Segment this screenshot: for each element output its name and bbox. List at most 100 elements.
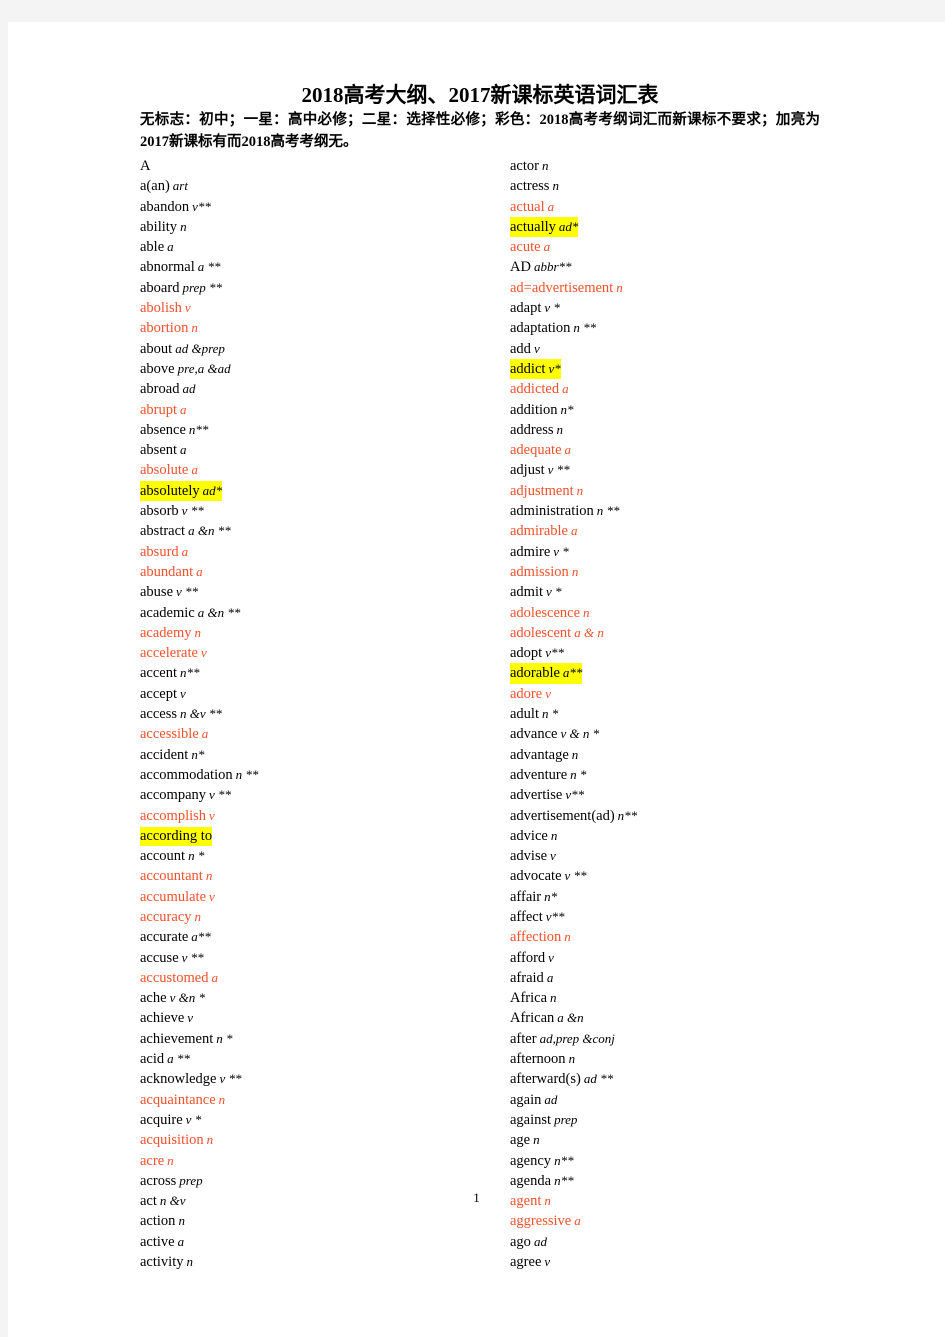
vocabulary-row: afternoon n [510,1049,820,1069]
vocabulary-row: addict v* [510,358,820,380]
entry-word: accomplish [140,807,207,824]
vocabulary-row: address n [510,420,820,440]
entry-part-of-speech: n [533,1132,540,1148]
entry-part-of-speech: v &n * [169,990,205,1006]
vocabulary-entry: administration n ** [510,503,620,519]
entry-part-of-speech: n [205,868,213,884]
entry-part-of-speech: v [180,685,186,701]
entry-part-of-speech: n [616,279,623,295]
vocabulary-row: acute a [510,237,820,257]
vocabulary-entry: accessible a [140,726,208,742]
entry-word: accuracy [140,908,192,925]
vocabulary-entry: acute a [510,239,550,255]
vocabulary-entry: advice n [510,828,557,844]
entry-word: aboard [140,279,180,296]
vocabulary-entry: action n [140,1213,185,1229]
vocabulary-row: affect v** [510,907,820,927]
entry-word: abandon [140,198,190,215]
entry-part-of-speech: ad ** [583,1071,614,1087]
entry-word: afford [510,949,546,966]
entry-word: accuse [140,949,179,966]
entry-part-of-speech: a [180,442,187,458]
entry-word: accurate [140,929,189,946]
entry-part-of-speech: n [571,746,579,762]
vocabulary-entry: addition n* [510,402,574,418]
vocabulary-row: accompany v ** [140,785,480,805]
entry-word: access [140,706,178,723]
vocabulary-entry: ad=advertisement n [510,280,623,296]
vocabulary-entry: accustomed a [140,970,218,986]
vocabulary-row: absolute a [140,460,480,480]
vocabulary-row: adore v [510,684,820,704]
entry-word: accumulate [140,888,207,905]
vocabulary-row: accustomed a [140,968,480,988]
vocabulary-entry: against prep [510,1112,577,1128]
entry-part-of-speech: a [547,198,555,214]
entry-part-of-speech: a [201,726,209,742]
entry-word: actually [510,218,556,235]
vocabulary-row: advertisement(ad) n** [510,806,820,826]
vocabulary-entry: acquaintance n [140,1092,225,1108]
entry-word: adaptation [510,320,571,337]
entry-part-of-speech: v * [546,584,562,600]
vocabulary-entry: aggressive a [510,1213,581,1229]
vocabulary-row: accomplish v [140,806,480,826]
entry-word: accept [140,685,178,702]
entry-word: afterward(s) [510,1071,581,1088]
entry-part-of-speech: n ** [235,766,259,782]
entry-part-of-speech: v ** [564,868,587,884]
entry-word: acknowledge [140,1071,217,1088]
vocabulary-entry: admire v * [510,544,569,560]
vocabulary-entry: advise v [510,848,556,864]
vocabulary-row: academy n [140,623,480,643]
vocabulary-entry: achievement n * [140,1031,233,1047]
vocabulary-row: accuracy n [140,907,480,927]
entry-part-of-speech: a [211,969,218,985]
entry-part-of-speech: a [177,1233,185,1249]
entry-word: advocate [510,868,562,885]
entry-part-of-speech: a [562,381,569,397]
entry-word: abortion [140,320,189,337]
entry-part-of-speech: a** [191,929,211,945]
entry-word: agenda [510,1172,552,1189]
vocabulary-row: ache v &n * [140,988,480,1008]
vocabulary-entry: aboard prep ** [140,280,222,296]
entry-word: activity [140,1254,184,1271]
entry-word: add [510,340,531,357]
entry-word: accountant [140,868,203,885]
vocabulary-entry: account n * [140,848,204,864]
vocabulary-entry: above pre,a &ad [140,361,231,377]
entry-word: admirable [510,523,568,540]
vocabulary-entry: acre n [140,1153,174,1169]
vocabulary-column-left: Aa(an) art abandon v** ability n able a abnormal… [140,156,480,1272]
entry-part-of-speech: n** [188,421,209,437]
entry-word: abnormal [140,259,195,276]
entry-part-of-speech: ad &prep [175,340,225,356]
vocabulary-row: adopt v** [510,643,820,663]
vocabulary-row: abortion n [140,318,480,338]
document-content: 2018高考大纲、2017新课标英语词汇表 无标志：初中；一星：高中必修；二星：… [140,82,820,1272]
vocabulary-entry: actress n [510,178,559,194]
vocabulary-row: acknowledge v ** [140,1069,480,1089]
vocabulary-row: actual a [510,197,820,217]
entry-word: abuse [140,584,174,601]
vocabulary-row: advantage n [510,745,820,765]
vocabulary-row: academic a &n ** [140,603,480,623]
vocabulary-row: agenda n** [510,1171,820,1191]
entry-word: academic [140,604,195,621]
entry-word: absence [140,421,186,438]
vocabulary-entry: after ad,prep &conj [510,1031,615,1047]
vocabulary-row: admit v * [510,582,820,602]
vocabulary-row: advice n [510,826,820,846]
entry-part-of-speech: a [180,401,187,417]
vocabulary-entry: absent a [140,442,187,458]
vocabulary-entry: add v [510,341,540,357]
entry-word: adore [510,685,543,702]
vocabulary-entry: accomplish v [140,808,215,824]
entry-word: accident [140,746,189,763]
entry-word: according to [140,827,213,844]
vocabulary-entry: A [140,158,150,174]
entry-word: above [140,360,175,377]
vocabulary-entry: adventure n * [510,767,586,783]
vocabulary-row: absolutely ad* [140,480,480,502]
